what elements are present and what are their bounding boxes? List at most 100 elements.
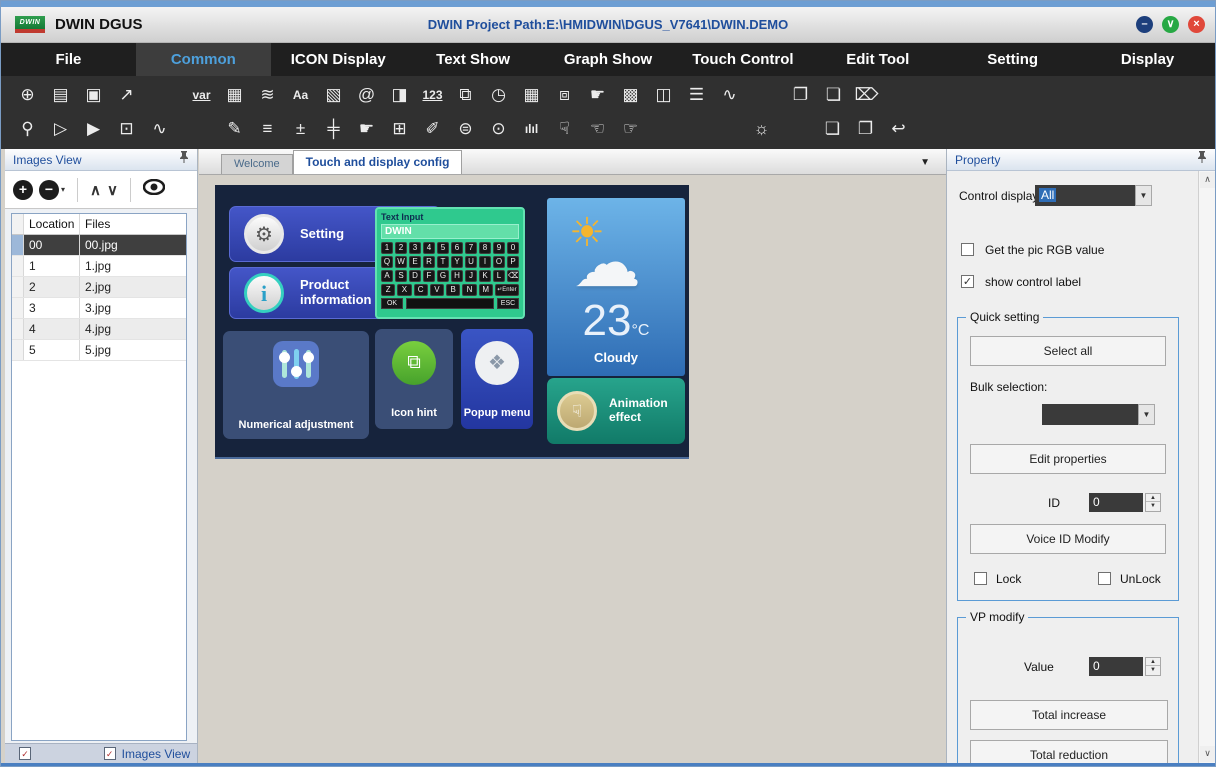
text-display-icon[interactable]: Aa [284, 79, 317, 111]
touch-form-icon[interactable]: ☛ [581, 79, 614, 111]
get-rgb-checkbox[interactable] [961, 243, 974, 256]
menu-item-common[interactable]: Common [136, 43, 271, 76]
id-spinbox[interactable]: 0 [1089, 493, 1143, 512]
disk-search-icon[interactable]: ⊙ [482, 113, 515, 145]
duplicate-page-icon[interactable]: ❐ [849, 113, 882, 145]
data-window-icon[interactable]: ☰ [680, 79, 713, 111]
menu-item-display[interactable]: Display [1080, 43, 1215, 76]
at-symbol-icon[interactable]: @ [350, 79, 383, 111]
id-spinner[interactable]: ▲▼ [1145, 493, 1161, 512]
move-up-button[interactable]: ∧ [90, 181, 101, 199]
tab-welcome[interactable]: Welcome [221, 154, 293, 174]
touch-press-icon[interactable]: ☛ [350, 113, 383, 145]
demo-icon-hint-tile[interactable]: ⧉ Icon hint [375, 329, 453, 429]
demo-animation-effect-tile[interactable]: ☟ Animation effect [547, 378, 685, 444]
scroll-down-icon[interactable]: ∨ [1200, 746, 1215, 762]
unlock-checkbox[interactable] [1098, 572, 1111, 585]
tab-list-caret-icon[interactable]: ▼ [920, 157, 930, 168]
value-spinner[interactable]: ▲▼ [1145, 657, 1161, 676]
scroll-up-icon[interactable]: ∧ [1200, 172, 1215, 188]
video-play-icon[interactable]: ▶ [77, 113, 110, 145]
slide-gesture-icon[interactable]: ☜ [581, 113, 614, 145]
image-row-3[interactable]: 33.jpg [12, 298, 186, 319]
shape-overlay-icon[interactable]: ⧈ [548, 79, 581, 111]
text-scroll-icon[interactable]: ⊜ [449, 113, 482, 145]
total-increase-button[interactable]: Total increase [970, 700, 1168, 730]
text-file-icon[interactable]: ⧉ [449, 79, 482, 111]
date-display-icon[interactable]: ▦ [515, 79, 548, 111]
image-row-5[interactable]: 55.jpg [12, 340, 186, 361]
drag-gesture-icon[interactable]: ☞ [614, 113, 647, 145]
menu-item-edit-tool[interactable]: Edit Tool [810, 43, 945, 76]
slider-config-icon[interactable]: ≋ [251, 79, 284, 111]
qrcode-icon[interactable]: ▩ [614, 79, 647, 111]
maximize-button[interactable]: ∨ [1162, 16, 1179, 33]
spin-down-icon[interactable]: ▼ [1146, 502, 1160, 510]
dock-tab-images-view[interactable]: ✓Images View [104, 747, 190, 761]
remove-image-button[interactable]: − [39, 180, 59, 200]
image-display-icon[interactable]: ▧ [317, 79, 350, 111]
add-image-button[interactable]: + [13, 180, 33, 200]
copy-page-icon[interactable]: ❏ [816, 113, 849, 145]
paste-icon[interactable]: ❏ [817, 79, 850, 111]
image-row-00[interactable]: 0000.jpg [12, 235, 186, 256]
screen-preview-icon[interactable]: ⊡ [110, 113, 143, 145]
new-file-icon[interactable]: ⊕ [11, 79, 44, 111]
demo-weather-tile[interactable]: ☀ ☁ 23°C Cloudy [547, 198, 685, 376]
spin-up-icon[interactable]: ▲ [1146, 494, 1160, 502]
curve-display-icon[interactable]: ∿ [713, 79, 746, 111]
print-icon[interactable]: ▣ [77, 79, 110, 111]
bulk-selection-caret-icon[interactable]: ▼ [1138, 404, 1155, 425]
image-row-4[interactable]: 44.jpg [12, 319, 186, 340]
undo-icon[interactable]: ↩ [882, 113, 915, 145]
tab-touch-and-display-config[interactable]: Touch and display config [293, 150, 463, 174]
image-row-2[interactable]: 22.jpg [12, 277, 186, 298]
play-icon[interactable]: ▷ [44, 113, 77, 145]
pin-icon[interactable] [1197, 150, 1207, 169]
demo-popup-menu-tile[interactable]: ❖ Popup menu [461, 329, 533, 429]
select-all-button[interactable]: Select all [970, 336, 1166, 366]
pencil-icon[interactable]: ✐ [416, 113, 449, 145]
clock-display-icon[interactable]: ◷ [482, 79, 515, 111]
demo-text-input-panel[interactable]: Text Input DWIN 1234567890QWERTYUIOPASDF… [375, 207, 525, 319]
image-row-1[interactable]: 11.jpg [12, 256, 186, 277]
menu-item-file[interactable]: File [1, 43, 136, 76]
audio-icon[interactable]: ılıl [515, 113, 548, 145]
minimize-button[interactable]: – [1136, 16, 1153, 33]
delete-icon[interactable]: ⌦ [850, 79, 883, 111]
menu-item-graph-show[interactable]: Graph Show [541, 43, 676, 76]
close-button[interactable]: × [1188, 16, 1205, 33]
value-spinbox[interactable]: 0 [1089, 657, 1143, 676]
demo-numerical-adjustment-tile[interactable]: Numerical adjustment [223, 331, 369, 439]
menu-item-touch-control[interactable]: Touch Control [675, 43, 810, 76]
brightness-icon[interactable]: ☼ [745, 113, 778, 145]
preview-image-button[interactable] [143, 179, 165, 200]
number-display-icon[interactable]: 123 [416, 79, 449, 111]
menu-item-text-show[interactable]: Text Show [406, 43, 541, 76]
press-gesture-icon[interactable]: ☟ [548, 113, 581, 145]
variable-icon[interactable]: var [185, 79, 218, 111]
frame-animation-icon[interactable]: ▦ [218, 79, 251, 111]
design-canvas[interactable]: ⚙ Setting i Product information Numerica… [215, 185, 689, 459]
menu-item-icon-display[interactable]: ICON Display [271, 43, 406, 76]
image-animation-icon[interactable]: ◫ [647, 79, 680, 111]
lock-checkbox[interactable] [974, 572, 987, 585]
remove-options-caret-icon[interactable]: ▾ [61, 185, 65, 194]
voice-id-modify-button[interactable]: Voice ID Modify [970, 524, 1166, 554]
edit-properties-button[interactable]: Edit properties [970, 444, 1166, 474]
plus-minus-icon[interactable]: ± [284, 113, 317, 145]
property-scrollbar[interactable]: ∧ ∨ [1198, 171, 1215, 763]
control-display-combobox[interactable]: All [1035, 185, 1135, 206]
file-search-icon[interactable]: ⚲ [11, 113, 44, 145]
move-down-button[interactable]: ∨ [107, 181, 118, 199]
bullet-list-icon[interactable]: ≡ [251, 113, 284, 145]
spin-down-icon[interactable]: ▼ [1146, 666, 1160, 674]
pin-icon[interactable] [179, 150, 189, 169]
menu-item-setting[interactable]: Setting [945, 43, 1080, 76]
copy-icon[interactable]: ❐ [784, 79, 817, 111]
table-icon[interactable]: ⊞ [383, 113, 416, 145]
spin-up-icon[interactable]: ▲ [1146, 658, 1160, 666]
adjust-icon[interactable]: ╪ [317, 113, 350, 145]
export-icon[interactable]: ↗ [110, 79, 143, 111]
control-display-caret-icon[interactable]: ▼ [1135, 185, 1152, 206]
